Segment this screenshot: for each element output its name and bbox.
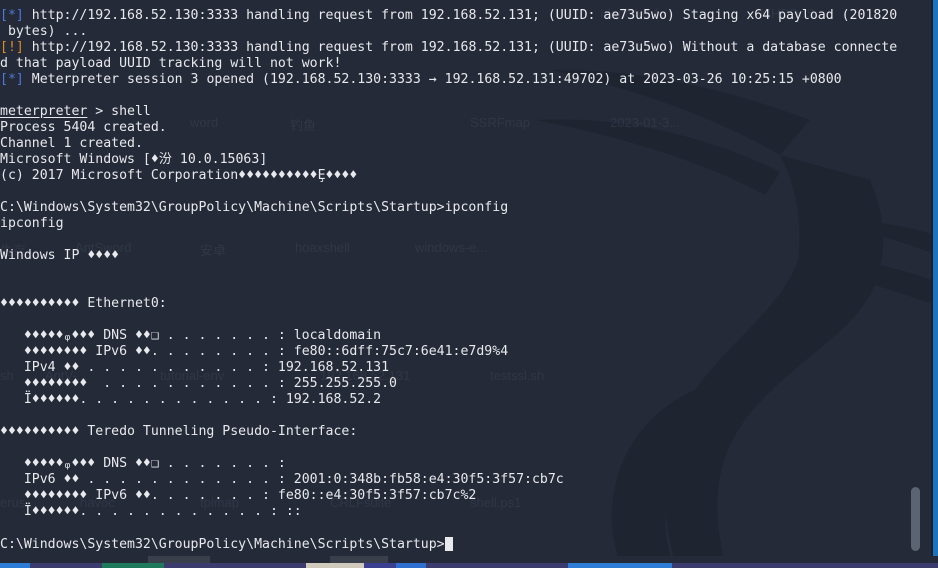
terminal-line: ♦♦♦♦♦♦♦♦♦♦ Ethernet0: bbox=[0, 296, 900, 312]
prompt-command: > shell bbox=[87, 104, 151, 120]
info-marker: [*] bbox=[0, 8, 24, 23]
taskbar-segment[interactable] bbox=[568, 563, 672, 568]
taskbar-segment[interactable] bbox=[306, 563, 364, 568]
terminal-line: Channel 1 created. bbox=[0, 136, 900, 152]
scrollbar-thumb[interactable] bbox=[911, 487, 920, 551]
terminal-line: IPv4 ♦♦ . . . . . . . . . . . : 192.168.… bbox=[0, 360, 900, 376]
terminal-line-text: IPv4 ♦♦ . . . . . . . . . . . : 192.168.… bbox=[0, 360, 390, 376]
terminal-line-text: bytes) ... bbox=[0, 24, 88, 40]
taskbar-window-strip[interactable] bbox=[0, 563, 938, 568]
terminal-line: Process 5404 created. bbox=[0, 120, 900, 136]
taskbar-segment[interactable] bbox=[672, 563, 938, 568]
info-marker: [*] bbox=[0, 72, 24, 88]
terminal-line: (c) 2017 Microsoft Corporation♦♦♦♦♦♦♦♦♦♦… bbox=[0, 168, 900, 184]
terminal-line: IPv6 ♦♦ . . . . . . . . . . . . : 2001:0… bbox=[0, 472, 900, 488]
terminal-line-text: Microsoft Windows [♦汾 10.0.15063] bbox=[0, 152, 268, 168]
terminal-line-text: ♦♦♦♦♦♦♦♦ IPv6 ♦♦. . . . . . . . : fe80::… bbox=[0, 344, 509, 360]
terminal-line-text: ♦♦♦♦♦♦♦♦♦♦ Teredo Tunneling Pseudo-Inter… bbox=[0, 424, 358, 440]
terminal-line-text: http://192.168.52.130:3333 handling requ… bbox=[23, 8, 898, 23]
terminal-line: ♦♦♦♦♦♦♦♦ . . . . . . . . . . . : 255.255… bbox=[0, 376, 900, 392]
terminal-line-text: (c) 2017 Microsoft Corporation♦♦♦♦♦♦♦♦♦♦… bbox=[0, 168, 358, 184]
meterpreter-prompt-label: meterpreter bbox=[0, 104, 88, 120]
terminal-line-text: Meterpreter session 3 opened (192.168.52… bbox=[23, 72, 842, 88]
taskbar-segment[interactable] bbox=[102, 563, 164, 568]
terminal-line: [!] http://192.168.52.130:3333 handling … bbox=[0, 40, 900, 56]
terminal-line: ipconfig bbox=[0, 216, 900, 232]
terminal-line-text: Ï♦♦♦♦♦♦. . . . . . . . . . . . : 192.168… bbox=[0, 392, 382, 408]
vertical-scrollbar[interactable] bbox=[905, 0, 929, 556]
terminal-line-text: Channel 1 created. bbox=[0, 136, 143, 152]
terminal-line-text: ♦♦♦♦♦♦♦♦♦♦ Ethernet0: bbox=[0, 296, 167, 312]
desktop-taskbar[interactable] bbox=[0, 556, 938, 568]
terminal-line: Windows IP ♦♦♦♦ bbox=[0, 248, 900, 264]
terminal-line: [*] Meterpreter session 3 opened (192.16… bbox=[0, 72, 900, 88]
terminal-line: meterpreter > shell bbox=[0, 104, 900, 120]
terminal-line: ♦♦♦♦♦ᵩ♦♦♦ DNS ♦♦❑ . . . . . . . : bbox=[0, 456, 900, 472]
terminal-line: Ï♦♦♦♦♦♦. . . . . . . . . . . . : 192.168… bbox=[0, 392, 900, 408]
terminal-line: d that payload UUID tracking will not wo… bbox=[0, 56, 900, 72]
terminal-line-text: Windows IP ♦♦♦♦ bbox=[0, 248, 120, 264]
terminal-line: C:\Windows\System32\GroupPolicy\Machine\… bbox=[0, 200, 900, 216]
terminal-line-text: ♦♦♦♦♦ᵩ♦♦♦ DNS ♦♦❑ . . . . . . . : locald… bbox=[0, 328, 382, 344]
terminal-line: Ï♦♦♦♦♦♦. . . . . . . . . . . . : :: bbox=[0, 504, 900, 520]
taskbar-segment[interactable] bbox=[426, 563, 568, 568]
terminal-line: bytes) ... bbox=[0, 24, 900, 40]
terminal-line-text: d that payload UUID tracking will not wo… bbox=[0, 56, 342, 72]
terminal-line-text: IPv6 ♦♦ . . . . . . . . . . . . : 2001:0… bbox=[0, 472, 564, 488]
terminal-line-text: http://192.168.52.130:3333 handling requ… bbox=[23, 40, 898, 56]
terminal-line: C:\Windows\System32\GroupPolicy\Machine\… bbox=[0, 536, 900, 553]
terminal-output: d that payload UUID tracking will not wo… bbox=[0, 0, 900, 553]
terminal-line-text: ♦♦♦♦♦ᵩ♦♦♦ DNS ♦♦❑ . . . . . . . : bbox=[0, 456, 286, 472]
terminal-line-text: ♦♦♦♦♦♦♦♦ IPv6 ♦♦. . . . . . . : fe80::e4… bbox=[0, 488, 477, 504]
window-right-border bbox=[933, 0, 938, 562]
taskbar-segment[interactable] bbox=[396, 563, 426, 568]
terminal-line: ♦♦♦♦♦♦♦♦ IPv6 ♦♦. . . . . . . : fe80::e4… bbox=[0, 488, 900, 504]
terminal-line: ♦♦♦♦♦♦♦♦ IPv6 ♦♦. . . . . . . . : fe80::… bbox=[0, 344, 900, 360]
terminal-line: ♦♦♦♦♦♦♦♦♦♦ Teredo Tunneling Pseudo-Inter… bbox=[0, 424, 900, 440]
text-cursor[interactable] bbox=[444, 536, 453, 551]
taskbar-segment[interactable] bbox=[0, 563, 30, 568]
terminal-line: ♦♦♦♦♦ᵩ♦♦♦ DNS ♦♦❑ . . . . . . . : locald… bbox=[0, 328, 900, 344]
taskbar-segment[interactable] bbox=[30, 563, 102, 568]
terminal-line: [*] http://192.168.52.130:3333 handling … bbox=[0, 8, 900, 24]
terminal-line-text: ipconfig bbox=[0, 216, 64, 232]
terminal-line-text: C:\Windows\System32\GroupPolicy\Machine\… bbox=[0, 200, 509, 216]
warning-marker: [!] bbox=[0, 40, 24, 56]
terminal-line-text: Ï♦♦♦♦♦♦. . . . . . . . . . . . : :: bbox=[0, 504, 302, 520]
terminal-window: word 钓鱼 SSRFmap 2023-01-3... IdentYwaf MHDDoS… bbox=[0, 0, 938, 568]
terminal-line-text: Process 5404 created. bbox=[0, 120, 167, 136]
terminal-line-text: ♦♦♦♦♦♦♦♦ . . . . . . . . . . . : 255.255… bbox=[0, 376, 397, 392]
terminal-line: Microsoft Windows [♦汾 10.0.15063] bbox=[0, 152, 900, 168]
cwd-prompt: C:\Windows\System32\GroupPolicy\Machine\… bbox=[0, 536, 445, 552]
taskbar-segment[interactable] bbox=[364, 563, 396, 568]
taskbar-segment[interactable] bbox=[164, 563, 306, 568]
